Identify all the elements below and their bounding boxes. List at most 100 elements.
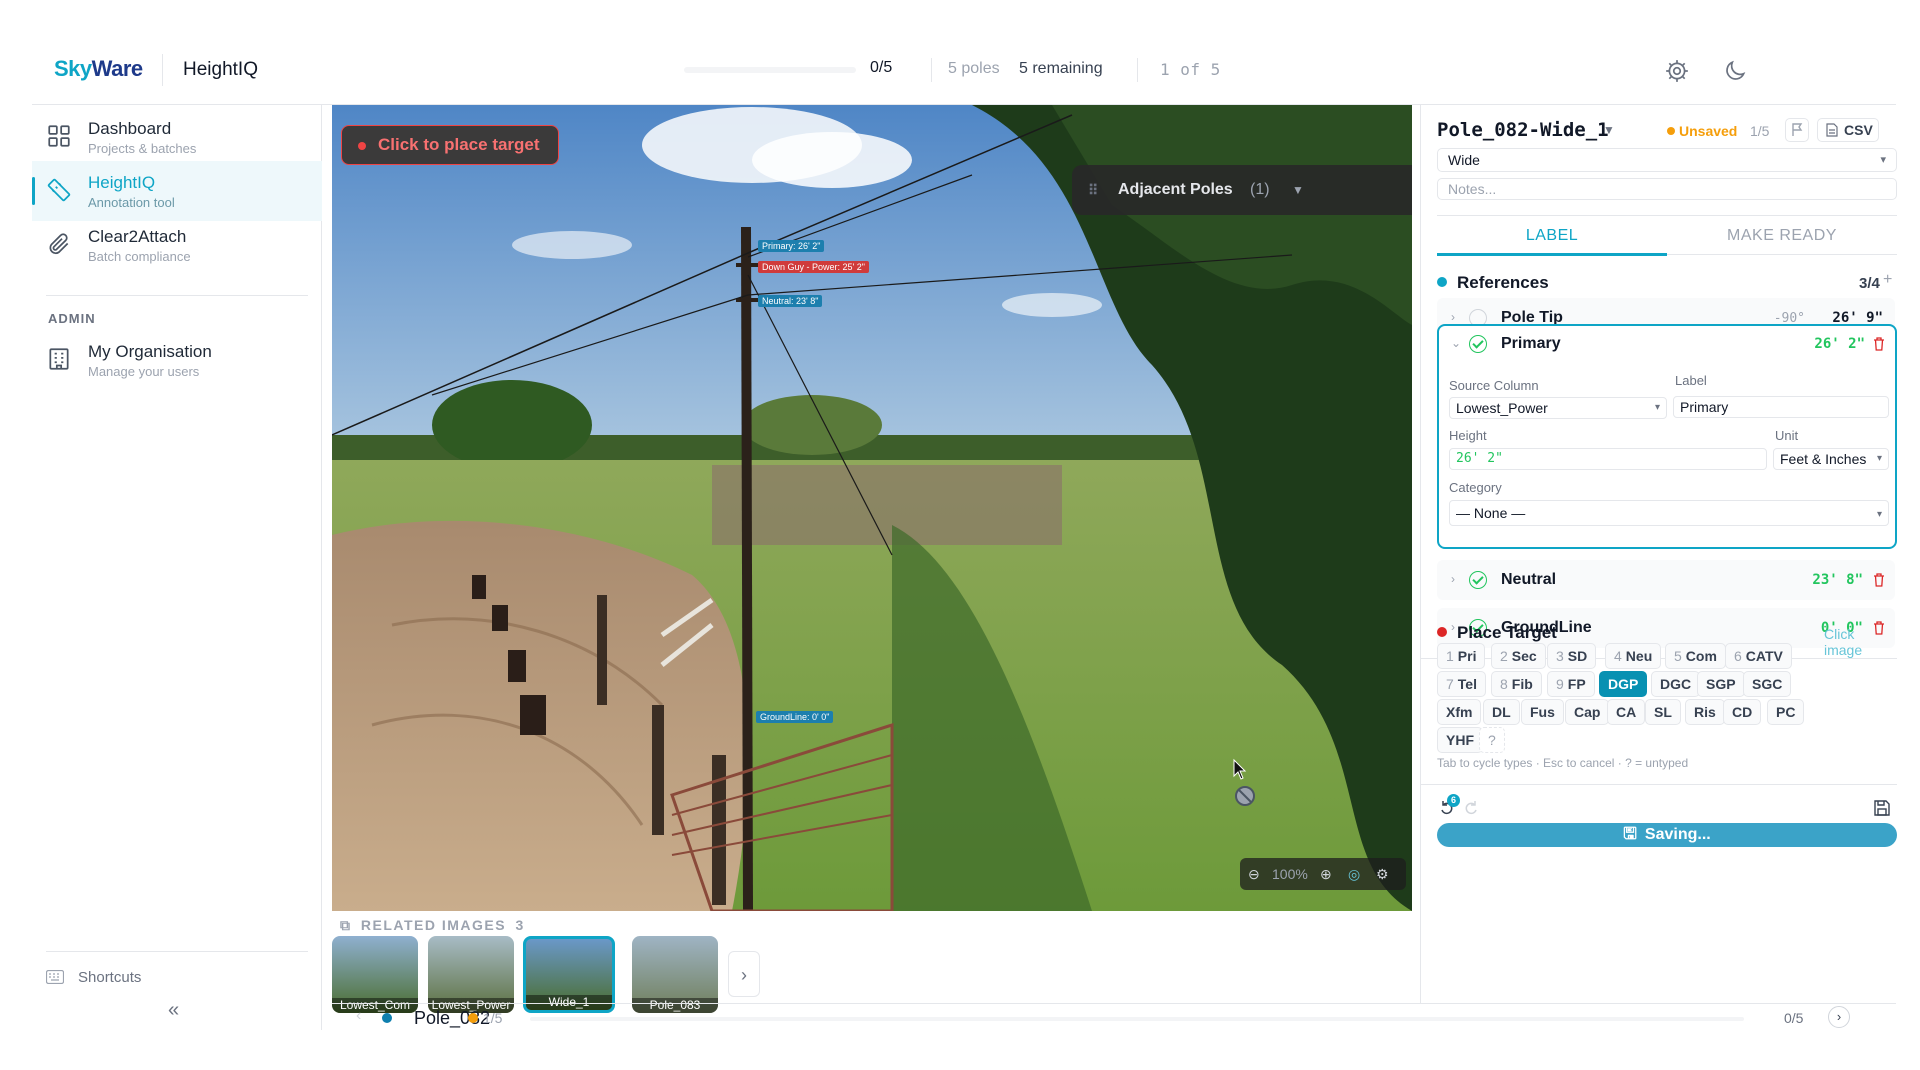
chip-label: FP bbox=[1567, 676, 1586, 692]
reference-height: 23' 8" bbox=[1812, 572, 1863, 588]
thumbnail-pole-083[interactable]: Pole_083 bbox=[632, 936, 718, 1013]
sidebar-item-label: HeightIQ bbox=[88, 173, 156, 192]
pole-progress-track bbox=[530, 1017, 1744, 1021]
drag-handle-icon[interactable]: ⠿ bbox=[1088, 165, 1098, 215]
target-type-chip[interactable]: Cap bbox=[1565, 699, 1610, 725]
category-select[interactable]: — None — ▾ bbox=[1449, 500, 1889, 526]
target-type-chip[interactable]: DGC bbox=[1651, 671, 1701, 697]
target-type-chip[interactable]: 3 SD bbox=[1547, 643, 1597, 669]
tab-label[interactable]: LABEL bbox=[1437, 216, 1667, 256]
trash-icon[interactable] bbox=[1873, 573, 1885, 587]
document-icon bbox=[1826, 123, 1838, 137]
chip-shortcut-key: 3 bbox=[1556, 648, 1564, 664]
chip-label: CD bbox=[1732, 704, 1753, 720]
tab-make-ready[interactable]: MAKE READY bbox=[1667, 216, 1897, 256]
target-type-chip[interactable]: 1 Pri bbox=[1437, 643, 1486, 669]
target-tag-neutral[interactable]: Neutral: 23' 8" bbox=[758, 295, 823, 307]
unit-value: Feet & Inches bbox=[1780, 451, 1867, 467]
target-tag-down-guy[interactable]: Down Guy - Power: 25' 2" bbox=[758, 261, 869, 273]
sidebar-item-dashboard[interactable]: Dashboard Projects & batches bbox=[32, 107, 322, 167]
thumbnail-lowest-com[interactable]: Lowest_Com bbox=[332, 936, 418, 1013]
sidebar-item-label: Clear2Attach bbox=[88, 227, 187, 246]
target-tag-primary[interactable]: Primary: 26' 2" bbox=[758, 240, 825, 252]
adjacent-poles-dropdown[interactable]: ⠿ Adjacent Poles (1) ▼ bbox=[1072, 165, 1412, 215]
trash-icon[interactable] bbox=[1873, 337, 1885, 351]
sidebar-item-my-organisation[interactable]: My Organisation Manage your users bbox=[32, 330, 322, 390]
target-type-chip[interactable]: 7 Tel bbox=[1437, 671, 1486, 697]
save-icon[interactable] bbox=[1873, 799, 1891, 817]
gear-icon[interactable] bbox=[1664, 58, 1690, 84]
target-type-chip[interactable]: 8 Fib bbox=[1491, 671, 1542, 697]
next-pole-button[interactable]: › bbox=[1828, 1006, 1850, 1028]
zoom-out-icon[interactable]: ⊖ bbox=[1248, 866, 1260, 883]
flag-button[interactable] bbox=[1785, 118, 1809, 142]
view-select[interactable]: Wide ▾ bbox=[1437, 148, 1897, 172]
csv-export-button[interactable]: CSV bbox=[1817, 118, 1879, 142]
reference-name: Primary bbox=[1501, 335, 1561, 352]
target-type-chip[interactable]: 2 Sec bbox=[1491, 643, 1546, 669]
target-type-chip[interactable]: Xfm bbox=[1437, 699, 1482, 725]
target-type-chip[interactable]: DL bbox=[1483, 699, 1520, 725]
moon-icon[interactable] bbox=[1722, 58, 1748, 84]
keyboard-icon bbox=[46, 970, 64, 984]
chevron-down-icon[interactable]: ⌄ bbox=[1451, 336, 1461, 350]
target-type-chip[interactable]: PC bbox=[1767, 699, 1805, 725]
zoom-controls: ⊖ 100% ⊕ ◎ ⚙ bbox=[1240, 858, 1406, 890]
skyware-logo[interactable]: SkyWare bbox=[54, 56, 143, 82]
save-icon: 🖫 bbox=[1623, 826, 1637, 843]
chevron-down-icon[interactable]: ▼ bbox=[1603, 123, 1615, 137]
chip-label: Neu bbox=[1625, 648, 1653, 664]
top-header: SkyWare HeightIQ 0/5 5 poles 5 remaining… bbox=[32, 36, 1896, 105]
source-column-select[interactable]: Lowest_Power ▾ bbox=[1449, 397, 1667, 419]
keyboard-hint: Tab to cycle types · Esc to cancel · ? =… bbox=[1437, 756, 1689, 770]
height-input[interactable]: 26' 2" bbox=[1449, 448, 1767, 470]
chip-label: Ris bbox=[1694, 704, 1716, 720]
thumbnail-wide-1[interactable]: Wide_1 bbox=[523, 936, 615, 1013]
target-type-chip[interactable]: SL bbox=[1645, 699, 1681, 725]
image-title[interactable]: Pole_082-Wide_1 bbox=[1437, 119, 1609, 141]
target-type-chip[interactable]: SGP bbox=[1697, 671, 1745, 697]
shortcuts-link[interactable]: Shortcuts bbox=[78, 969, 141, 986]
chip-label: Com bbox=[1685, 648, 1717, 664]
settings-icon[interactable]: ⚙ bbox=[1376, 866, 1389, 883]
target-type-chip[interactable]: ? bbox=[1479, 727, 1505, 753]
sidebar-item-heightiq[interactable]: HeightIQ Annotation tool bbox=[32, 161, 322, 221]
target-type-chip[interactable]: DGP bbox=[1599, 671, 1648, 697]
recenter-icon[interactable]: ◎ bbox=[1348, 866, 1360, 883]
previous-pole-button[interactable]: ‹ bbox=[356, 1007, 361, 1025]
chip-shortcut-key: 2 bbox=[1500, 648, 1508, 664]
sidebar-item-clear2attach[interactable]: Clear2Attach Batch compliance bbox=[32, 215, 322, 275]
label-field-label: Label bbox=[1675, 373, 1707, 388]
chevron-down-icon[interactable]: ▼ bbox=[1292, 165, 1304, 215]
chip-label: Cap bbox=[1574, 704, 1601, 720]
related-images-title: ⧉ RELATED IMAGES 3 bbox=[340, 917, 525, 933]
app-title: HeightIQ bbox=[183, 59, 258, 80]
notes-input[interactable] bbox=[1437, 178, 1897, 200]
target-type-chip[interactable]: 6 CATV bbox=[1725, 643, 1792, 669]
target-type-chip[interactable]: CD bbox=[1723, 699, 1762, 725]
label-input[interactable]: Primary bbox=[1673, 396, 1889, 418]
chevron-down-icon: ▾ bbox=[1876, 509, 1882, 520]
chevron-right-icon[interactable]: › bbox=[1451, 572, 1455, 586]
collapse-sidebar-button[interactable]: « bbox=[168, 999, 179, 1022]
target-type-chip[interactable]: YHF bbox=[1437, 727, 1483, 753]
zoom-in-icon[interactable]: ⊕ bbox=[1320, 866, 1332, 883]
target-type-chip[interactable]: CA bbox=[1607, 699, 1646, 725]
target-type-chip[interactable]: 9 FP bbox=[1547, 671, 1595, 697]
target-type-chip[interactable]: Fus bbox=[1521, 699, 1564, 725]
reference-row-neutral[interactable]: › Neutral 23' 8" bbox=[1437, 560, 1895, 600]
target-type-chip[interactable]: 4 Neu bbox=[1605, 643, 1662, 669]
header-separator bbox=[1137, 58, 1138, 82]
add-reference-button[interactable]: + bbox=[1883, 271, 1892, 289]
save-button[interactable]: 🖫 Saving... bbox=[1437, 823, 1897, 847]
chevron-right-icon[interactable]: › bbox=[1451, 310, 1455, 324]
dashboard-icon bbox=[48, 125, 70, 147]
unit-select[interactable]: Feet & Inches ▾ bbox=[1773, 448, 1889, 470]
target-type-chip[interactable]: Ris bbox=[1685, 699, 1725, 725]
redo-icon[interactable] bbox=[1462, 799, 1480, 817]
target-type-chip[interactable]: SGC bbox=[1743, 671, 1792, 697]
target-type-chip[interactable]: 5 Com bbox=[1665, 643, 1726, 669]
target-tag-groundline[interactable]: GroundLine: 0' 0" bbox=[756, 711, 834, 723]
thumbnail-lowest-power[interactable]: Lowest_Power bbox=[428, 936, 514, 1013]
thumbnails-next-button[interactable]: › bbox=[728, 951, 760, 997]
